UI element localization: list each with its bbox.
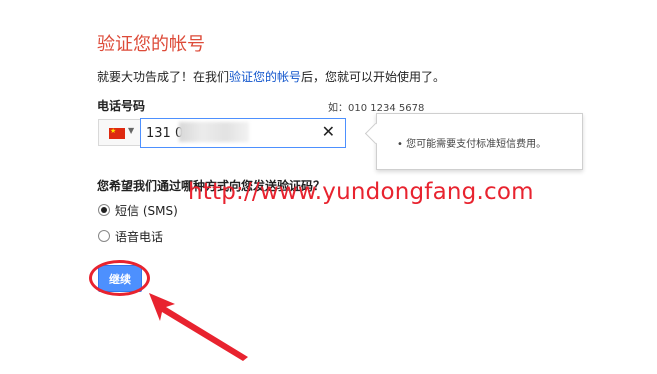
intro-text: 就要大功告成了！在我们验证您的帐号后，您就可以开始使用了。 [97,68,445,85]
verify-account-link[interactable]: 验证您的帐号 [229,70,301,84]
china-flag-icon: ★ [109,127,125,139]
annotation-arrow-icon [149,293,248,361]
tooltip-arrow [364,122,387,145]
phone-label: 电话号码 [97,99,146,113]
phone-input-field[interactable]: ✕ [140,118,346,148]
chevron-down-icon: ▼ [128,126,135,135]
radio-option-voice[interactable]: 语音电话 [98,226,163,246]
tooltip-text: • 您可能需要支付标准短信费用。 [397,139,547,150]
radio-option-sms[interactable]: 短信 (SMS) [98,200,178,220]
radio-label-sms: 短信 (SMS) [115,203,178,218]
sms-fee-tooltip: • 您可能需要支付标准短信费用。 [364,113,583,170]
country-selector[interactable]: ★ ▼ [98,119,140,146]
highlight-circle [89,260,150,296]
page-title: 验证您的帐号 [97,34,205,55]
redacted-number [179,122,249,142]
radio-button-sms[interactable] [98,204,110,216]
watermark-url: http://www.yundongfang.com [188,179,534,205]
radio-button-voice[interactable] [98,230,110,242]
clear-icon[interactable]: ✕ [322,122,335,142]
intro-before: 就要大功告成了！在我们 [97,70,230,84]
radio-label-voice: 语音电话 [115,229,164,244]
intro-after: 后，您就可以开始使用了。 [301,70,446,84]
phone-example-hint: 如：010 1234 5678 [328,103,425,114]
